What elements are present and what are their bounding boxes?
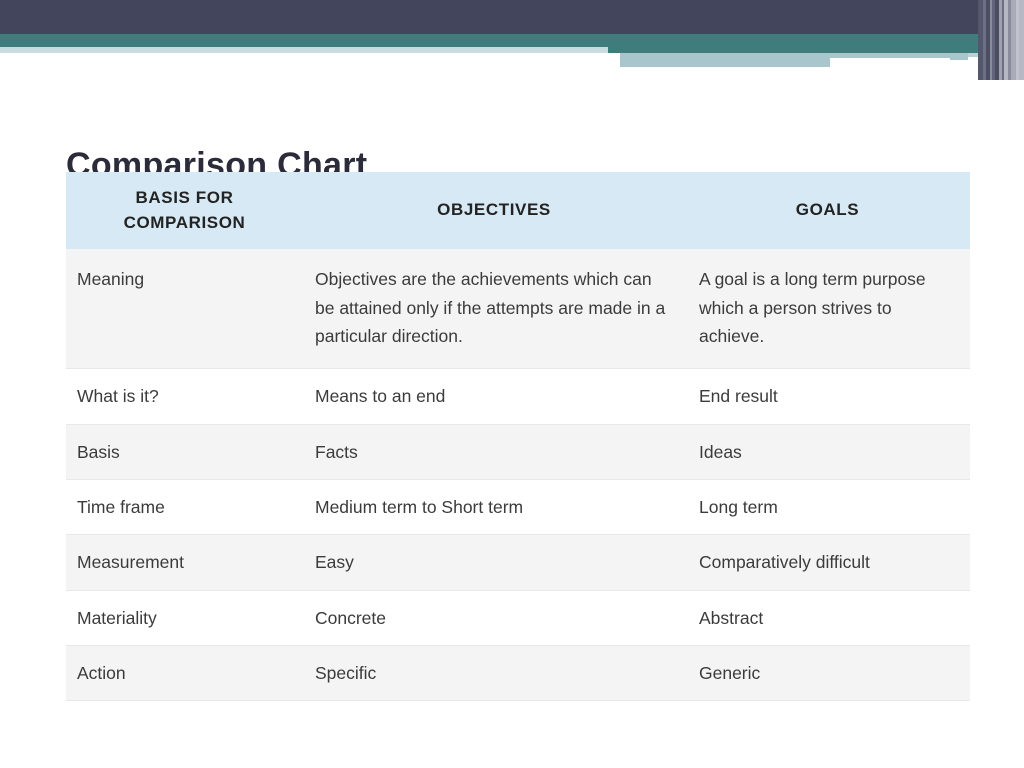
cell-objectives: Facts	[303, 424, 685, 481]
column-header-objectives: OBJECTIVES	[303, 172, 685, 250]
cell-basis: Measurement	[66, 534, 303, 591]
column-header-basis: BASIS FOR COMPARISON	[66, 172, 303, 250]
header-pale-band-two	[620, 60, 830, 67]
cell-objectives: Easy	[303, 534, 685, 591]
table-body: Meaning Objectives are the achievements …	[66, 249, 970, 702]
cell-goals: End result	[685, 368, 970, 425]
cell-basis: Time frame	[66, 479, 303, 536]
header-stripe-12	[1019, 0, 1024, 80]
cell-basis: Action	[66, 645, 303, 702]
header-dark-band	[0, 0, 1024, 34]
cell-basis: Materiality	[66, 590, 303, 647]
cell-basis: What is it?	[66, 368, 303, 425]
table-row: Meaning Objectives are the achievements …	[66, 249, 970, 370]
table-row: Action Specific Generic	[66, 645, 970, 702]
cell-goals: Abstract	[685, 590, 970, 647]
comparison-table: BASIS FOR COMPARISON OBJECTIVES GOALS Me…	[66, 172, 970, 702]
cell-objectives: Specific	[303, 645, 685, 702]
table-row: Measurement Easy Comparatively difficult	[66, 534, 970, 591]
cell-goals: Ideas	[685, 424, 970, 481]
cell-goals: A goal is a long term purpose which a pe…	[685, 249, 970, 370]
table-row: Basis Facts Ideas	[66, 424, 970, 481]
cell-objectives: Means to an end	[303, 368, 685, 425]
cell-basis: Meaning	[66, 249, 303, 370]
slide-header-decoration	[0, 0, 1024, 90]
column-header-goals: GOALS	[685, 172, 970, 250]
header-white-accent-line	[830, 58, 950, 60]
comparison-table-container: BASIS FOR COMPARISON OBJECTIVES GOALS Me…	[66, 172, 970, 702]
table-row: Time frame Medium term to Short term Lon…	[66, 479, 970, 536]
table-row: What is it? Means to an end End result	[66, 368, 970, 425]
header-teal-band-right	[608, 34, 1024, 53]
table-row: Materiality Concrete Abstract	[66, 590, 970, 647]
cell-goals: Generic	[685, 645, 970, 702]
header-pale-band-left	[0, 47, 608, 53]
header-vertical-stripes	[978, 0, 1024, 80]
table-header-row: BASIS FOR COMPARISON OBJECTIVES GOALS	[66, 172, 970, 250]
cell-goals: Long term	[685, 479, 970, 536]
table-header: BASIS FOR COMPARISON OBJECTIVES GOALS	[66, 172, 970, 250]
cell-objectives: Concrete	[303, 590, 685, 647]
cell-goals: Comparatively difficult	[685, 534, 970, 591]
cell-basis: Basis	[66, 424, 303, 481]
cell-objectives: Objectives are the achievements which ca…	[303, 249, 685, 370]
cell-objectives: Medium term to Short term	[303, 479, 685, 536]
